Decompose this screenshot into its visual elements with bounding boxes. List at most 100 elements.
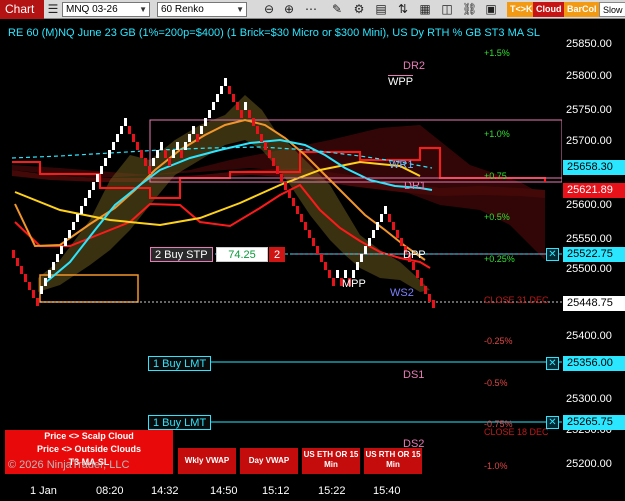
price-marker-buy-stp: 25522.75 (563, 247, 625, 262)
chart-toolbar: Chart ☰ MNQ 03-26 ▼ 60 Renko ▼ ⊖ ⊕ ⋯ ✎ ⚙… (0, 0, 625, 19)
bull-brick (200, 126, 203, 134)
y-tick-label: 25550.00 (566, 233, 612, 245)
y-tick-label: 25400.00 (566, 330, 612, 342)
bear-brick (248, 110, 251, 118)
chart-tab[interactable]: Chart (0, 0, 44, 19)
bull-brick (72, 222, 75, 230)
bear-brick (164, 150, 167, 158)
zoom-out-icon[interactable]: ⊖ (262, 2, 276, 17)
bull-brick (364, 246, 367, 254)
buy-stp-order-label[interactable]: 2 Buy STP (150, 247, 213, 262)
bull-brick (356, 262, 359, 270)
cloud-toggle-button[interactable]: Cloud (533, 2, 565, 17)
price-marker-dr1: 25621.89 (563, 183, 625, 198)
bull-brick (224, 78, 227, 86)
bull-brick (376, 222, 379, 230)
layout-icon[interactable]: ▣ (484, 2, 498, 17)
bear-brick (388, 214, 391, 222)
cancel-buy-lmt-1-icon[interactable]: ✕ (546, 357, 559, 370)
x-tick-label: 1 Jan (30, 485, 57, 497)
buy-stp-quantity[interactable]: 2 (269, 247, 286, 262)
ds1-label: DS1 (403, 369, 425, 381)
buy-lmt-order-label-1[interactable]: 1 Buy LMT (148, 356, 212, 371)
us-eth-or-button[interactable]: US ETH OR 15 Min (302, 448, 360, 474)
bull-brick (344, 270, 347, 278)
instrument-search-icon[interactable]: ☰ (46, 2, 60, 17)
bull-brick (76, 214, 79, 222)
buy-lmt-order-label-2[interactable]: 1 Buy LMT (148, 415, 212, 430)
bull-brick (372, 230, 375, 238)
bull-brick (48, 270, 51, 278)
us-rth-or-button[interactable]: US RTH OR 15 Min (364, 448, 422, 474)
bear-brick (180, 150, 183, 158)
instrument-value: MNQ 03-26 (66, 4, 118, 15)
chart-trader-icon[interactable]: ⇅ (396, 2, 410, 17)
bull-brick (116, 134, 119, 142)
snapshot-icon[interactable]: ◫ (440, 2, 454, 17)
pct-label: +0.25% (484, 254, 515, 264)
bear-brick (332, 278, 335, 286)
close-18-dec-label: CLOSE 18 DEC (484, 427, 549, 437)
pct-label: +0.75 (484, 171, 507, 181)
instrument-selector[interactable]: MNQ 03-26 ▼ (62, 2, 150, 17)
bull-brick (336, 270, 339, 278)
bear-brick (28, 282, 31, 290)
day-vwap-button[interactable]: Day VWAP (240, 448, 298, 474)
draw-tool-icon[interactable]: ✎ (330, 2, 344, 17)
pct-label: +1.5% (484, 48, 510, 58)
bear-brick (232, 94, 235, 102)
bear-brick (228, 86, 231, 94)
buy-stp-price[interactable]: 74.25 (216, 247, 268, 262)
strategy-icon[interactable]: ⚙ (352, 2, 366, 17)
copyright-text: © 2026 NinjaTrader, LLC (8, 459, 130, 471)
tk-toggle-button[interactable]: T<>K (507, 2, 536, 17)
wpp-label: WPP (388, 75, 414, 88)
bull-brick (120, 126, 123, 134)
bear-brick (304, 222, 307, 230)
cancel-buy-stp-icon[interactable]: ✕ (546, 248, 559, 261)
bull-brick (92, 182, 95, 190)
y-tick-label: 25200.00 (566, 458, 612, 470)
slow-toggle-button[interactable]: Slow (599, 2, 625, 17)
bear-brick (144, 158, 147, 166)
properties-icon[interactable]: ▦ (418, 2, 432, 17)
template-icon[interactable]: ▤ (374, 2, 388, 17)
y-tick-label: 25700.00 (566, 135, 612, 147)
price-marker-wr1: 25658.30 (563, 160, 625, 175)
bar-type-value: 60 Renko (161, 4, 204, 15)
x-tick-label: 15:12 (262, 485, 290, 497)
bull-brick (160, 142, 163, 150)
bear-brick (36, 298, 39, 306)
bull-brick (40, 286, 43, 294)
bull-brick (360, 254, 363, 262)
bull-brick (64, 238, 67, 246)
bear-brick (260, 134, 263, 142)
barcol-toggle-button[interactable]: BarCol (564, 2, 600, 17)
bull-brick (60, 246, 63, 254)
cancel-buy-lmt-2-icon[interactable]: ✕ (546, 416, 559, 429)
bull-brick (124, 118, 127, 126)
bull-brick (108, 150, 111, 158)
bull-brick (184, 142, 187, 150)
y-tick-label: 25800.00 (566, 70, 612, 82)
bull-brick (44, 278, 47, 286)
bear-brick (284, 182, 287, 190)
bear-brick (196, 134, 199, 142)
bear-brick (12, 250, 15, 258)
zoom-in-icon[interactable]: ⊕ (282, 2, 296, 17)
bar-type-selector[interactable]: 60 Renko ▼ (157, 2, 247, 17)
indicators-icon[interactable]: ⋯ (304, 2, 318, 17)
pct-label: -1.0% (484, 461, 508, 471)
bear-brick (276, 166, 279, 174)
y-tick-label: 25500.00 (566, 263, 612, 275)
bull-brick (112, 142, 115, 150)
bull-brick (352, 270, 355, 278)
bear-brick (416, 270, 419, 278)
x-tick-label: 15:40 (373, 485, 401, 497)
bear-brick (272, 158, 275, 166)
wkly-vwap-button[interactable]: Wkly VWAP (178, 448, 236, 474)
bull-brick (244, 102, 247, 110)
link-icon[interactable]: ⛓ (462, 2, 477, 17)
bear-brick (140, 150, 143, 158)
bear-brick (132, 134, 135, 142)
